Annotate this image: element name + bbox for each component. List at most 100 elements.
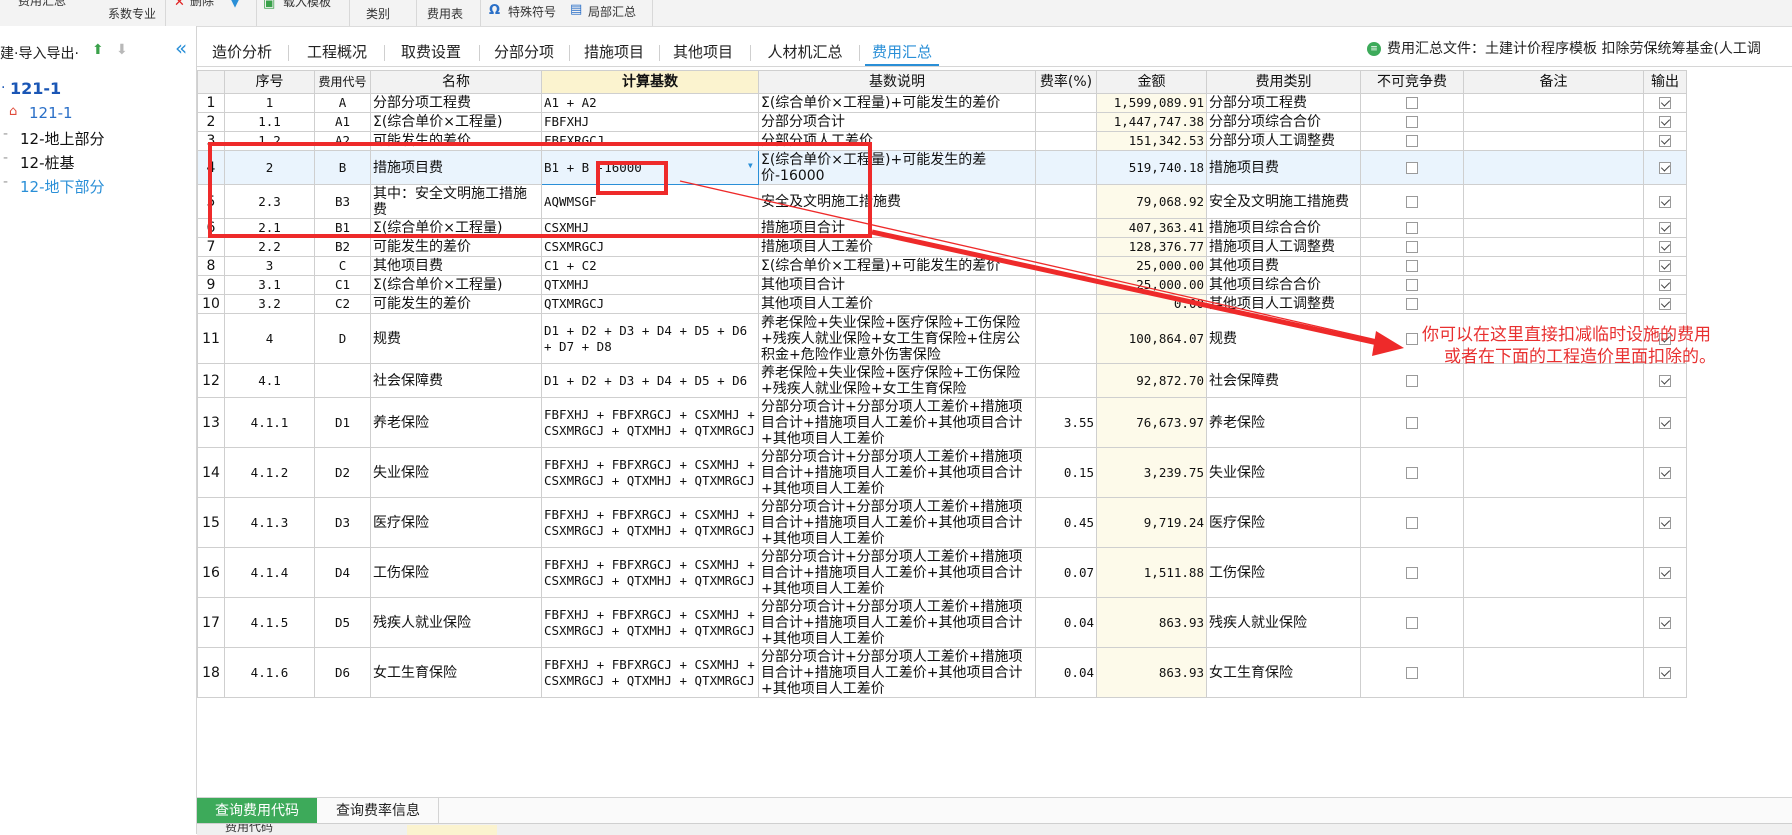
calc-base-cell[interactable]: AQWMSGF <box>541 184 759 219</box>
category-cell[interactable]: 女工生育保险 <box>1206 647 1361 698</box>
tab-query-fee-code[interactable]: 查询费用代码 <box>197 798 317 824</box>
category-cell[interactable]: 分部分项人工调整费 <box>1206 131 1361 151</box>
omega-icon[interactable]: Ω <box>489 4 500 18</box>
calc-base-cell[interactable]: QTXMRGCJ <box>541 294 759 314</box>
column-header-amount[interactable]: 金额 <box>1096 70 1207 94</box>
partial-summary-icon[interactable]: ▤ <box>570 3 582 17</box>
calc-base-cell[interactable]: A1 + A2 <box>541 93 759 113</box>
seq-cell[interactable]: 1 <box>224 93 315 113</box>
category-cell[interactable]: 其他项目费 <box>1206 256 1361 276</box>
seq-cell[interactable]: 2.3 <box>224 184 315 219</box>
column-header-seq[interactable]: 序号 <box>224 70 315 94</box>
code-cell[interactable]: D1 <box>314 397 371 448</box>
toolbar-fee-table-button[interactable]: 费用表 <box>427 7 463 21</box>
non-competitive-checkbox[interactable] <box>1406 666 1418 679</box>
base-desc-cell[interactable]: 其他项目人工差价 <box>758 294 1036 314</box>
category-cell[interactable]: 措施项目综合合价 <box>1206 218 1361 238</box>
output-checkbox[interactable] <box>1659 616 1671 629</box>
seq-cell[interactable]: 3.2 <box>224 294 315 314</box>
chevron-down-icon[interactable]: ▼ <box>230 0 240 10</box>
name-cell[interactable]: 其他项目费 <box>370 256 542 276</box>
seq-cell[interactable]: 2.1 <box>224 218 315 238</box>
rate-cell[interactable] <box>1035 131 1097 151</box>
name-cell[interactable]: 残疾人就业保险 <box>370 597 542 648</box>
remark-cell[interactable] <box>1463 294 1644 314</box>
category-cell[interactable]: 社会保障费 <box>1206 363 1361 398</box>
rate-cell[interactable]: 0.45 <box>1035 497 1097 548</box>
non-competitive-checkbox[interactable] <box>1406 298 1418 310</box>
rate-cell[interactable] <box>1035 256 1097 276</box>
calc-base-cell[interactable]: FBFXHJ + FBFXRGCJ + CSXMHJ + CSXMRGCJ + … <box>541 397 759 448</box>
toolbar-item-fee-summary[interactable]: 费用汇总 <box>18 0 66 8</box>
remark-cell[interactable] <box>1463 363 1644 398</box>
output-checkbox[interactable] <box>1659 116 1671 128</box>
remark-cell[interactable] <box>1463 256 1644 276</box>
tab-query-fee-rate[interactable]: 查询费率信息 <box>318 798 439 824</box>
base-desc-cell[interactable]: 措施项目人工差价 <box>758 237 1036 257</box>
base-desc-cell[interactable]: 养老保险+失业保险+医疗保险+工伤保险+残疾人就业保险+女工生育保险 <box>758 363 1036 398</box>
table-row[interactable]: 13 4.1.1 D1 养老保险 FBFXHJ + FBFXRGCJ + CSXMHJ … <box>197 397 1687 448</box>
column-header-output[interactable]: 输出 <box>1643 70 1687 94</box>
seq-cell[interactable]: 4.1.2 <box>224 447 315 498</box>
code-cell[interactable]: D6 <box>314 647 371 698</box>
output-checkbox[interactable] <box>1659 260 1671 272</box>
non-competitive-checkbox[interactable] <box>1406 279 1418 291</box>
tree-project-item[interactable]: 121-1 <box>29 104 73 122</box>
code-cell[interactable]: D2 <box>314 447 371 498</box>
output-checkbox[interactable] <box>1659 298 1671 310</box>
category-cell[interactable]: 工伤保险 <box>1206 547 1361 598</box>
output-checkbox[interactable] <box>1659 416 1671 429</box>
delete-x-icon[interactable]: ✕ <box>174 0 185 10</box>
code-cell[interactable]: B1 <box>314 218 371 238</box>
name-cell[interactable]: 失业保险 <box>370 447 542 498</box>
output-checkbox[interactable] <box>1659 161 1671 174</box>
amount-cell[interactable]: 863.93 <box>1096 597 1207 648</box>
output-checkbox[interactable] <box>1659 516 1671 529</box>
seq-cell[interactable]: 4.1.3 <box>224 497 315 548</box>
column-header-category[interactable]: 费用类别 <box>1206 70 1361 94</box>
amount-cell[interactable]: 863.93 <box>1096 647 1207 698</box>
code-cell[interactable]: B <box>314 150 371 185</box>
output-checkbox[interactable] <box>1659 135 1671 147</box>
non-competitive-checkbox[interactable] <box>1406 616 1418 629</box>
calc-base-cell[interactable]: D1 + D2 + D3 + D4 + D5 + D6 <box>541 363 759 398</box>
base-desc-cell[interactable]: 其他项目合计 <box>758 275 1036 295</box>
column-header-remark[interactable]: 备注 <box>1463 70 1644 94</box>
non-competitive-checkbox[interactable] <box>1406 135 1418 147</box>
remark-cell[interactable] <box>1463 497 1644 548</box>
table-row[interactable]: 12 4.1 社会保障费 D1 + D2 + D3 + D4 + D5 + D6 养老保… <box>197 363 1687 398</box>
code-cell[interactable]: D4 <box>314 547 371 598</box>
remark-cell[interactable] <box>1463 150 1644 185</box>
seq-cell[interactable]: 3 <box>224 256 315 276</box>
base-desc-cell[interactable]: 分部分项合计+分部分项人工差价+措施项目合计+措施项目人工差价+其他项目合计+其… <box>758 397 1036 448</box>
column-header-name[interactable]: 名称 <box>370 70 542 94</box>
base-desc-cell[interactable]: 分部分项合计 <box>758 112 1036 132</box>
calc-base-cell[interactable]: D1 + D2 + D3 + D4 + D5 + D6 + D7 + D8 <box>541 313 759 364</box>
name-cell[interactable]: 养老保险 <box>370 397 542 448</box>
column-header-non-competitive[interactable]: 不可竞争费 <box>1360 70 1464 94</box>
seq-cell[interactable]: 4.1.5 <box>224 597 315 648</box>
toolbar-delete-button[interactable]: 删除 <box>190 0 214 8</box>
base-desc-cell[interactable]: Σ(综合单价×工程量)+可能发生的差价-16000 <box>758 150 1036 185</box>
non-competitive-checkbox[interactable] <box>1406 332 1418 345</box>
tab-fee-settings[interactable]: 取费设置 <box>394 35 468 65</box>
rate-cell[interactable] <box>1035 275 1097 295</box>
remark-cell[interactable] <box>1463 237 1644 257</box>
code-cell[interactable]: C2 <box>314 294 371 314</box>
category-cell[interactable]: 失业保险 <box>1206 447 1361 498</box>
output-checkbox[interactable] <box>1659 374 1671 387</box>
output-checkbox[interactable] <box>1659 279 1671 291</box>
non-competitive-checkbox[interactable] <box>1406 161 1418 174</box>
collapse-panel-icon[interactable]: « <box>175 36 187 60</box>
amount-cell[interactable]: 25,000.00 <box>1096 256 1207 276</box>
base-desc-cell[interactable]: Σ(综合单价×工程量)+可能发生的差价 <box>758 256 1036 276</box>
seq-cell[interactable]: 1.2 <box>224 131 315 151</box>
code-cell[interactable]: B3 <box>314 184 371 219</box>
calc-base-cell[interactable]: FBFXHJ <box>541 112 759 132</box>
non-competitive-checkbox[interactable] <box>1406 241 1418 253</box>
name-cell[interactable]: 女工生育保险 <box>370 647 542 698</box>
rate-cell[interactable] <box>1035 294 1097 314</box>
output-checkbox[interactable] <box>1659 666 1671 679</box>
seq-cell[interactable]: 4 <box>224 313 315 364</box>
table-row[interactable]: 7 2.2 B2 可能发生的差价 CSXMRGCJ 措施项目人工差价 128,376.77 措… <box>197 237 1687 257</box>
